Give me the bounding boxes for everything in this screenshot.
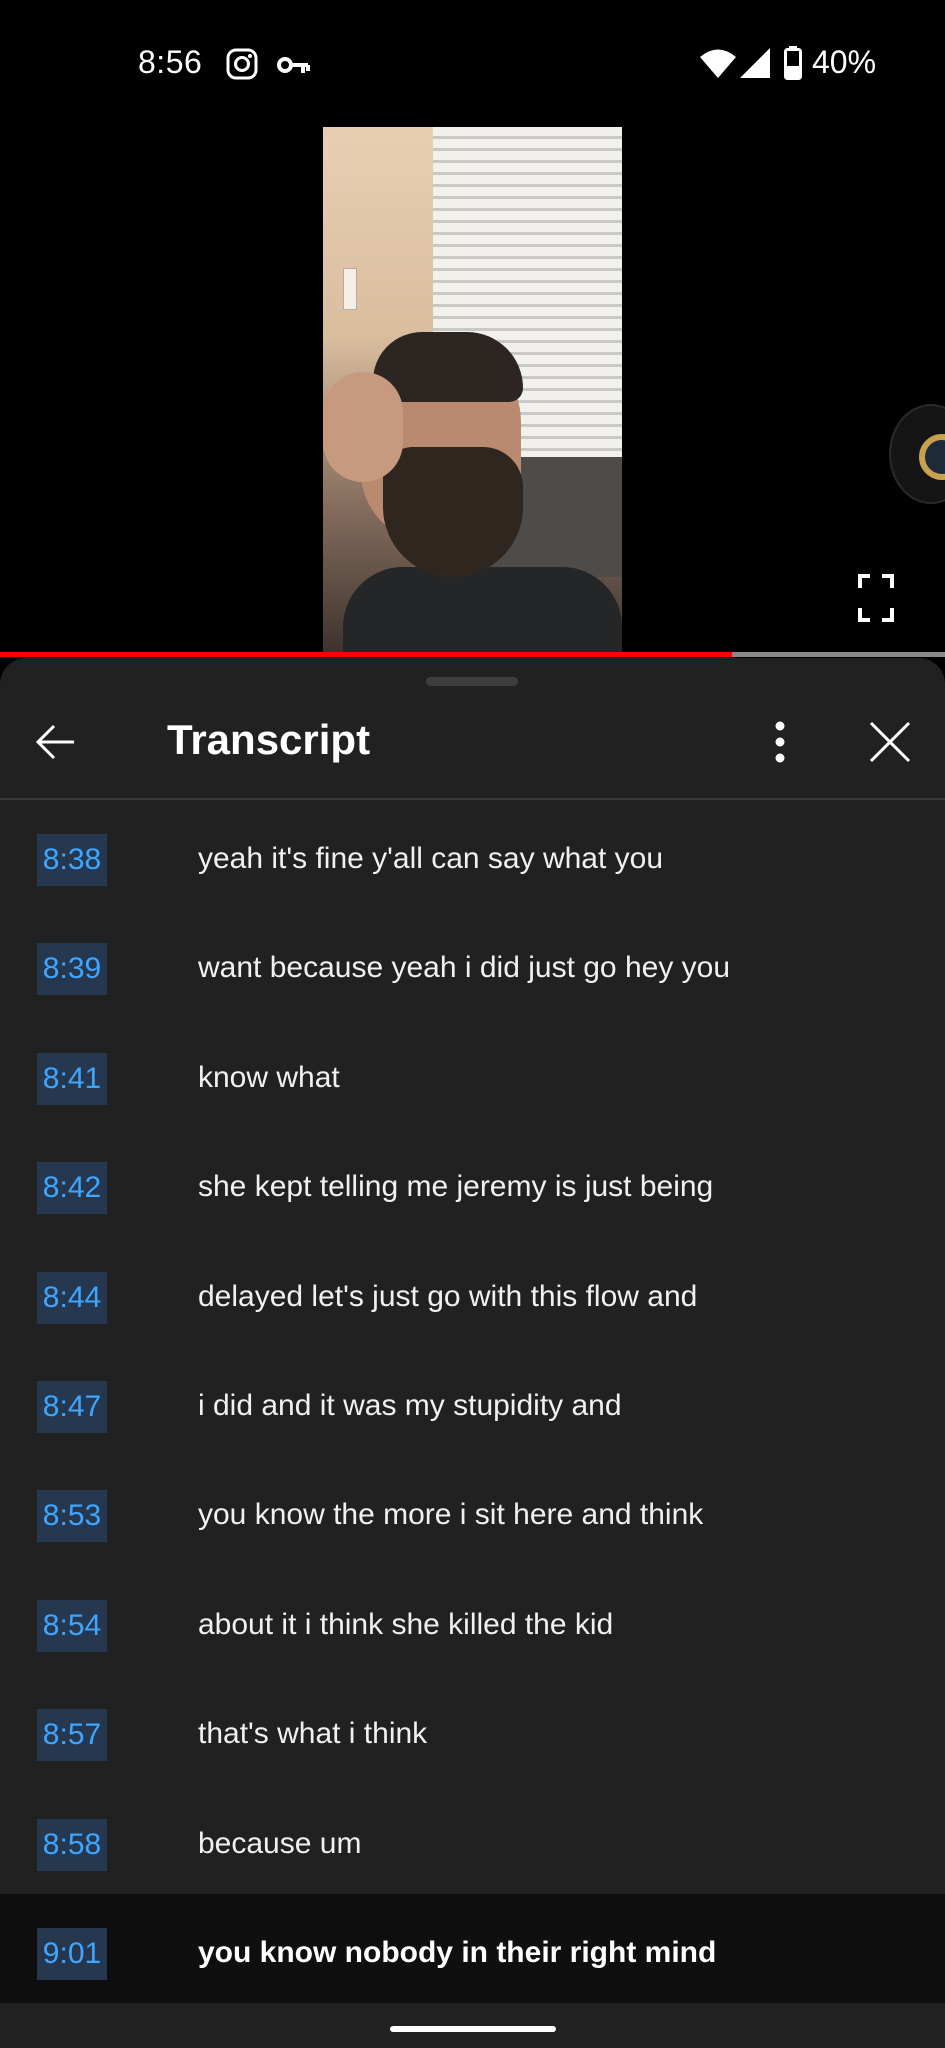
back-arrow-icon[interactable] bbox=[34, 720, 78, 764]
video-frame[interactable] bbox=[323, 127, 622, 652]
segment-text: about it i think she killed the kid bbox=[198, 1607, 614, 1641]
transcript-panel: Transcript 8:38 yeah it's fine y'all can … bbox=[0, 658, 945, 2048]
close-icon[interactable] bbox=[868, 720, 912, 764]
status-time: 8:56 bbox=[138, 44, 203, 80]
screen: 8:56 40% Transcript 8:38 yeah it's fine … bbox=[0, 0, 945, 2048]
segment-timestamp[interactable]: 9:01 bbox=[37, 1927, 107, 1980]
badge-emblem-icon bbox=[919, 434, 945, 480]
transcript-segment[interactable]: 8:41 know what bbox=[0, 1019, 945, 1128]
segment-text: you know the more i sit here and think bbox=[198, 1498, 704, 1532]
segment-timestamp[interactable]: 8:58 bbox=[37, 1818, 107, 1871]
segment-timestamp[interactable]: 8:57 bbox=[37, 1709, 107, 1762]
home-gesture-handle[interactable] bbox=[390, 2026, 556, 2032]
transcript-segment[interactable]: 8:57 that's what i think bbox=[0, 1675, 945, 1784]
transcript-segment[interactable]: 8:38 yeah it's fine y'all can say what yo… bbox=[0, 800, 945, 909]
segment-text: you know nobody in their right mind bbox=[198, 1935, 717, 1969]
segment-timestamp[interactable]: 8:54 bbox=[37, 1599, 107, 1652]
vpn-key-icon bbox=[277, 57, 310, 73]
segment-text: know what bbox=[198, 1060, 340, 1094]
segment-text: i did and it was my stupidity and bbox=[198, 1388, 622, 1422]
person-hand bbox=[323, 372, 403, 482]
segment-timestamp[interactable]: 8:44 bbox=[37, 1271, 107, 1324]
more-vertical-icon[interactable] bbox=[768, 718, 792, 766]
panel-title: Transcript bbox=[167, 716, 371, 763]
segment-timestamp[interactable]: 8:42 bbox=[37, 1162, 107, 1215]
transcript-list: 8:38 yeah it's fine y'all can say what yo… bbox=[0, 800, 945, 2004]
video-progress-bar[interactable] bbox=[0, 652, 945, 657]
transcript-segment[interactable]: 8:42 she kept telling me jeremy is just b… bbox=[0, 1128, 945, 1237]
transcript-segment[interactable]: 8:58 because um bbox=[0, 1785, 945, 1894]
drag-handle[interactable] bbox=[426, 677, 518, 686]
battery-percentage: 40% bbox=[812, 44, 877, 80]
segment-timestamp[interactable]: 8:41 bbox=[37, 1052, 107, 1105]
cell-signal-icon bbox=[740, 48, 770, 78]
segment-timestamp[interactable]: 8:53 bbox=[37, 1490, 107, 1543]
transcript-segment[interactable]: 8:54 about it i think she killed the kid bbox=[0, 1566, 945, 1675]
transcript-segment[interactable]: 8:44 delayed let's just go with this flow… bbox=[0, 1238, 945, 1347]
shirt bbox=[343, 567, 622, 652]
transcript-segment[interactable]: 8:47 i did and it was my stupidity and bbox=[0, 1347, 945, 1456]
channel-badge-icon[interactable] bbox=[889, 404, 945, 504]
transcript-segment[interactable]: 8:39 want because yeah i did just go hey … bbox=[0, 909, 945, 1018]
segment-timestamp[interactable]: 8:39 bbox=[37, 943, 107, 996]
status-bar: 8:56 40% bbox=[0, 0, 945, 128]
segment-timestamp[interactable]: 8:38 bbox=[37, 834, 107, 886]
video-progress-fill bbox=[0, 652, 733, 657]
transcript-segment-active[interactable]: 9:01 you know nobody in their right mind bbox=[0, 1893, 945, 2004]
segment-text: yeah it's fine y'all can say what you bbox=[198, 842, 664, 875]
instagram-icon bbox=[226, 48, 258, 80]
gesture-navigation-bar bbox=[0, 2006, 945, 2048]
wifi-icon bbox=[700, 49, 736, 78]
fullscreen-icon[interactable] bbox=[858, 574, 894, 622]
segment-text: that's what i think bbox=[198, 1717, 428, 1751]
segment-timestamp[interactable]: 8:47 bbox=[37, 1380, 107, 1433]
segment-text: because um bbox=[198, 1826, 362, 1860]
segment-text: want because yeah i did just go hey you bbox=[198, 951, 731, 985]
transcript-segment[interactable]: 8:53 you know the more i sit here and thi… bbox=[0, 1456, 945, 1565]
segment-text: she kept telling me jeremy is just being bbox=[198, 1170, 714, 1204]
light-switch bbox=[343, 268, 357, 310]
segment-text: delayed let's just go with this flow and bbox=[198, 1279, 698, 1313]
battery-icon bbox=[784, 46, 802, 80]
